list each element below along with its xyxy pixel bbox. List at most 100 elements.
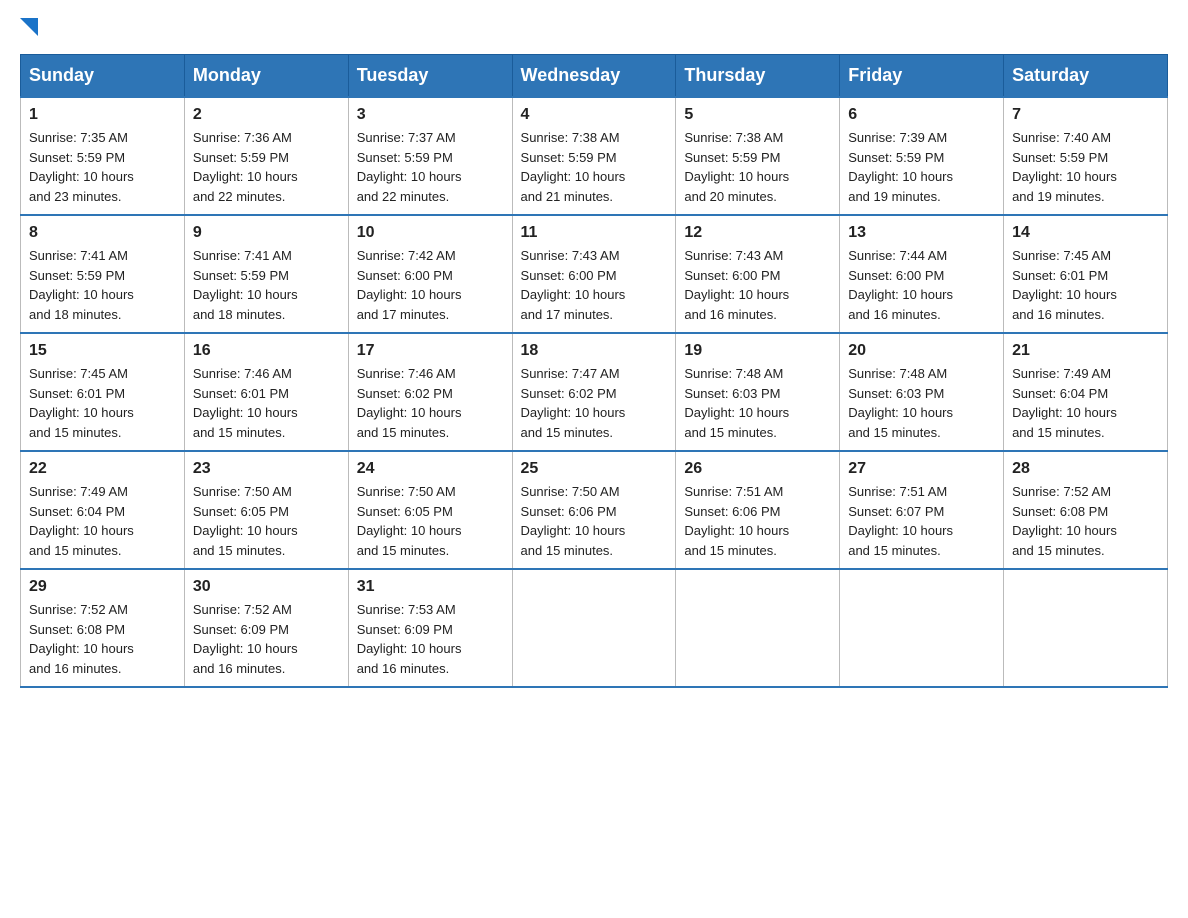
day-info: Sunrise: 7:38 AM Sunset: 5:59 PM Dayligh…	[684, 128, 831, 206]
calendar-table: SundayMondayTuesdayWednesdayThursdayFrid…	[20, 54, 1168, 688]
day-info: Sunrise: 7:49 AM Sunset: 6:04 PM Dayligh…	[1012, 364, 1159, 442]
day-info: Sunrise: 7:50 AM Sunset: 6:05 PM Dayligh…	[357, 482, 504, 560]
calendar-cell: 5 Sunrise: 7:38 AM Sunset: 5:59 PM Dayli…	[676, 97, 840, 215]
logo-arrow-icon	[20, 18, 38, 36]
day-number: 18	[521, 342, 668, 360]
day-info: Sunrise: 7:50 AM Sunset: 6:05 PM Dayligh…	[193, 482, 340, 560]
calendar-cell: 2 Sunrise: 7:36 AM Sunset: 5:59 PM Dayli…	[184, 97, 348, 215]
day-number: 22	[29, 460, 176, 478]
day-number: 2	[193, 106, 340, 124]
calendar-cell: 27 Sunrise: 7:51 AM Sunset: 6:07 PM Dayl…	[840, 451, 1004, 569]
day-number: 30	[193, 578, 340, 596]
day-number: 13	[848, 224, 995, 242]
calendar-cell	[676, 569, 840, 687]
day-number: 1	[29, 106, 176, 124]
day-info: Sunrise: 7:48 AM Sunset: 6:03 PM Dayligh…	[684, 364, 831, 442]
day-number: 28	[1012, 460, 1159, 478]
day-info: Sunrise: 7:41 AM Sunset: 5:59 PM Dayligh…	[193, 246, 340, 324]
weekday-header-tuesday: Tuesday	[348, 55, 512, 98]
day-number: 27	[848, 460, 995, 478]
calendar-cell: 17 Sunrise: 7:46 AM Sunset: 6:02 PM Dayl…	[348, 333, 512, 451]
day-info: Sunrise: 7:51 AM Sunset: 6:06 PM Dayligh…	[684, 482, 831, 560]
calendar-cell: 7 Sunrise: 7:40 AM Sunset: 5:59 PM Dayli…	[1004, 97, 1168, 215]
calendar-cell: 13 Sunrise: 7:44 AM Sunset: 6:00 PM Dayl…	[840, 215, 1004, 333]
day-info: Sunrise: 7:39 AM Sunset: 5:59 PM Dayligh…	[848, 128, 995, 206]
day-number: 8	[29, 224, 176, 242]
day-number: 16	[193, 342, 340, 360]
calendar-week-3: 15 Sunrise: 7:45 AM Sunset: 6:01 PM Dayl…	[21, 333, 1168, 451]
day-number: 25	[521, 460, 668, 478]
day-number: 29	[29, 578, 176, 596]
calendar-cell: 16 Sunrise: 7:46 AM Sunset: 6:01 PM Dayl…	[184, 333, 348, 451]
day-info: Sunrise: 7:48 AM Sunset: 6:03 PM Dayligh…	[848, 364, 995, 442]
calendar-cell: 3 Sunrise: 7:37 AM Sunset: 5:59 PM Dayli…	[348, 97, 512, 215]
day-info: Sunrise: 7:46 AM Sunset: 6:01 PM Dayligh…	[193, 364, 340, 442]
day-number: 21	[1012, 342, 1159, 360]
day-number: 23	[193, 460, 340, 478]
day-info: Sunrise: 7:45 AM Sunset: 6:01 PM Dayligh…	[1012, 246, 1159, 324]
calendar-cell: 26 Sunrise: 7:51 AM Sunset: 6:06 PM Dayl…	[676, 451, 840, 569]
day-number: 10	[357, 224, 504, 242]
day-info: Sunrise: 7:43 AM Sunset: 6:00 PM Dayligh…	[521, 246, 668, 324]
day-number: 11	[521, 224, 668, 242]
calendar-cell: 21 Sunrise: 7:49 AM Sunset: 6:04 PM Dayl…	[1004, 333, 1168, 451]
calendar-cell: 25 Sunrise: 7:50 AM Sunset: 6:06 PM Dayl…	[512, 451, 676, 569]
calendar-cell: 30 Sunrise: 7:52 AM Sunset: 6:09 PM Dayl…	[184, 569, 348, 687]
day-info: Sunrise: 7:52 AM Sunset: 6:09 PM Dayligh…	[193, 600, 340, 678]
calendar-cell: 22 Sunrise: 7:49 AM Sunset: 6:04 PM Dayl…	[21, 451, 185, 569]
day-info: Sunrise: 7:47 AM Sunset: 6:02 PM Dayligh…	[521, 364, 668, 442]
calendar-cell: 31 Sunrise: 7:53 AM Sunset: 6:09 PM Dayl…	[348, 569, 512, 687]
day-info: Sunrise: 7:50 AM Sunset: 6:06 PM Dayligh…	[521, 482, 668, 560]
day-info: Sunrise: 7:42 AM Sunset: 6:00 PM Dayligh…	[357, 246, 504, 324]
day-info: Sunrise: 7:40 AM Sunset: 5:59 PM Dayligh…	[1012, 128, 1159, 206]
calendar-week-5: 29 Sunrise: 7:52 AM Sunset: 6:08 PM Dayl…	[21, 569, 1168, 687]
day-info: Sunrise: 7:53 AM Sunset: 6:09 PM Dayligh…	[357, 600, 504, 678]
calendar-cell: 19 Sunrise: 7:48 AM Sunset: 6:03 PM Dayl…	[676, 333, 840, 451]
weekday-header-monday: Monday	[184, 55, 348, 98]
day-number: 7	[1012, 106, 1159, 124]
calendar-cell: 15 Sunrise: 7:45 AM Sunset: 6:01 PM Dayl…	[21, 333, 185, 451]
weekday-header-friday: Friday	[840, 55, 1004, 98]
calendar-cell: 14 Sunrise: 7:45 AM Sunset: 6:01 PM Dayl…	[1004, 215, 1168, 333]
calendar-cell: 8 Sunrise: 7:41 AM Sunset: 5:59 PM Dayli…	[21, 215, 185, 333]
day-number: 9	[193, 224, 340, 242]
calendar-cell: 11 Sunrise: 7:43 AM Sunset: 6:00 PM Dayl…	[512, 215, 676, 333]
day-number: 20	[848, 342, 995, 360]
calendar-cell: 20 Sunrise: 7:48 AM Sunset: 6:03 PM Dayl…	[840, 333, 1004, 451]
day-number: 19	[684, 342, 831, 360]
day-info: Sunrise: 7:51 AM Sunset: 6:07 PM Dayligh…	[848, 482, 995, 560]
weekday-header-sunday: Sunday	[21, 55, 185, 98]
calendar-week-2: 8 Sunrise: 7:41 AM Sunset: 5:59 PM Dayli…	[21, 215, 1168, 333]
calendar-cell: 4 Sunrise: 7:38 AM Sunset: 5:59 PM Dayli…	[512, 97, 676, 215]
day-info: Sunrise: 7:41 AM Sunset: 5:59 PM Dayligh…	[29, 246, 176, 324]
day-info: Sunrise: 7:45 AM Sunset: 6:01 PM Dayligh…	[29, 364, 176, 442]
day-number: 3	[357, 106, 504, 124]
day-number: 26	[684, 460, 831, 478]
calendar-header-row: SundayMondayTuesdayWednesdayThursdayFrid…	[21, 55, 1168, 98]
day-number: 15	[29, 342, 176, 360]
page-header	[20, 20, 1168, 34]
day-number: 12	[684, 224, 831, 242]
day-number: 31	[357, 578, 504, 596]
day-number: 4	[521, 106, 668, 124]
calendar-cell: 1 Sunrise: 7:35 AM Sunset: 5:59 PM Dayli…	[21, 97, 185, 215]
calendar-cell: 12 Sunrise: 7:43 AM Sunset: 6:00 PM Dayl…	[676, 215, 840, 333]
day-number: 14	[1012, 224, 1159, 242]
calendar-cell: 28 Sunrise: 7:52 AM Sunset: 6:08 PM Dayl…	[1004, 451, 1168, 569]
day-info: Sunrise: 7:35 AM Sunset: 5:59 PM Dayligh…	[29, 128, 176, 206]
weekday-header-thursday: Thursday	[676, 55, 840, 98]
calendar-cell	[840, 569, 1004, 687]
day-info: Sunrise: 7:37 AM Sunset: 5:59 PM Dayligh…	[357, 128, 504, 206]
calendar-cell: 10 Sunrise: 7:42 AM Sunset: 6:00 PM Dayl…	[348, 215, 512, 333]
day-number: 5	[684, 106, 831, 124]
day-info: Sunrise: 7:44 AM Sunset: 6:00 PM Dayligh…	[848, 246, 995, 324]
calendar-week-1: 1 Sunrise: 7:35 AM Sunset: 5:59 PM Dayli…	[21, 97, 1168, 215]
calendar-cell	[1004, 569, 1168, 687]
calendar-cell: 23 Sunrise: 7:50 AM Sunset: 6:05 PM Dayl…	[184, 451, 348, 569]
day-info: Sunrise: 7:49 AM Sunset: 6:04 PM Dayligh…	[29, 482, 176, 560]
day-info: Sunrise: 7:38 AM Sunset: 5:59 PM Dayligh…	[521, 128, 668, 206]
day-number: 17	[357, 342, 504, 360]
day-info: Sunrise: 7:46 AM Sunset: 6:02 PM Dayligh…	[357, 364, 504, 442]
weekday-header-saturday: Saturday	[1004, 55, 1168, 98]
calendar-cell: 29 Sunrise: 7:52 AM Sunset: 6:08 PM Dayl…	[21, 569, 185, 687]
